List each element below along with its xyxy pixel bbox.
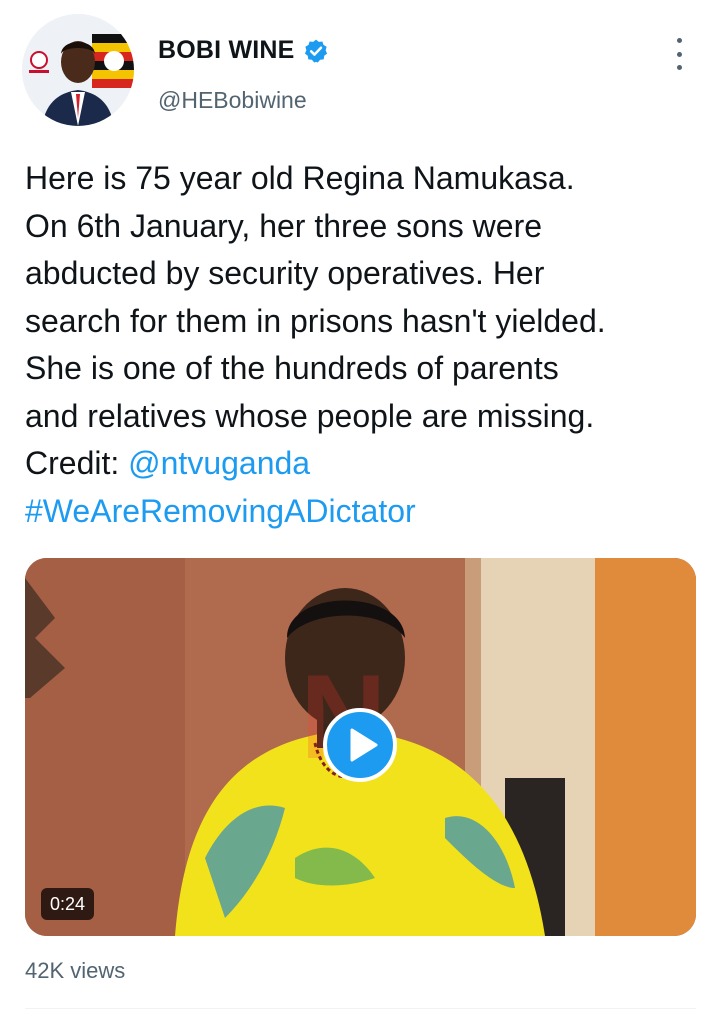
author-avatar[interactable]: [22, 14, 134, 126]
author-name-row: BOBI WINE: [158, 36, 329, 65]
more-dot: [676, 65, 682, 70]
divider: [25, 1008, 696, 1009]
more-dot: [676, 51, 682, 57]
more-dot: [676, 38, 682, 43]
avatar-photo: [22, 14, 134, 126]
tweet-header: BOBI WINE @HEBobiwine: [0, 0, 720, 140]
video-player[interactable]: N 0:24: [25, 558, 696, 936]
video-duration-badge: 0:24: [41, 888, 95, 920]
hashtag-link[interactable]: #WeAreRemovingADictator: [25, 493, 416, 529]
tweet-text: Here is 75 year old Regina Namukasa. On …: [25, 155, 705, 535]
author-handle[interactable]: @HEBobiwine: [158, 87, 307, 114]
play-button[interactable]: [323, 708, 397, 782]
view-count: 42K views: [25, 958, 126, 983]
more-options-icon[interactable]: [664, 38, 694, 70]
mention-link[interactable]: @ntvuganda: [128, 445, 310, 481]
play-icon: [350, 728, 378, 762]
author-display-name[interactable]: BOBI WINE: [158, 36, 295, 65]
tweet-body: Here is 75 year old Regina Namukasa. On …: [25, 160, 606, 481]
verified-badge-icon: [303, 38, 329, 64]
